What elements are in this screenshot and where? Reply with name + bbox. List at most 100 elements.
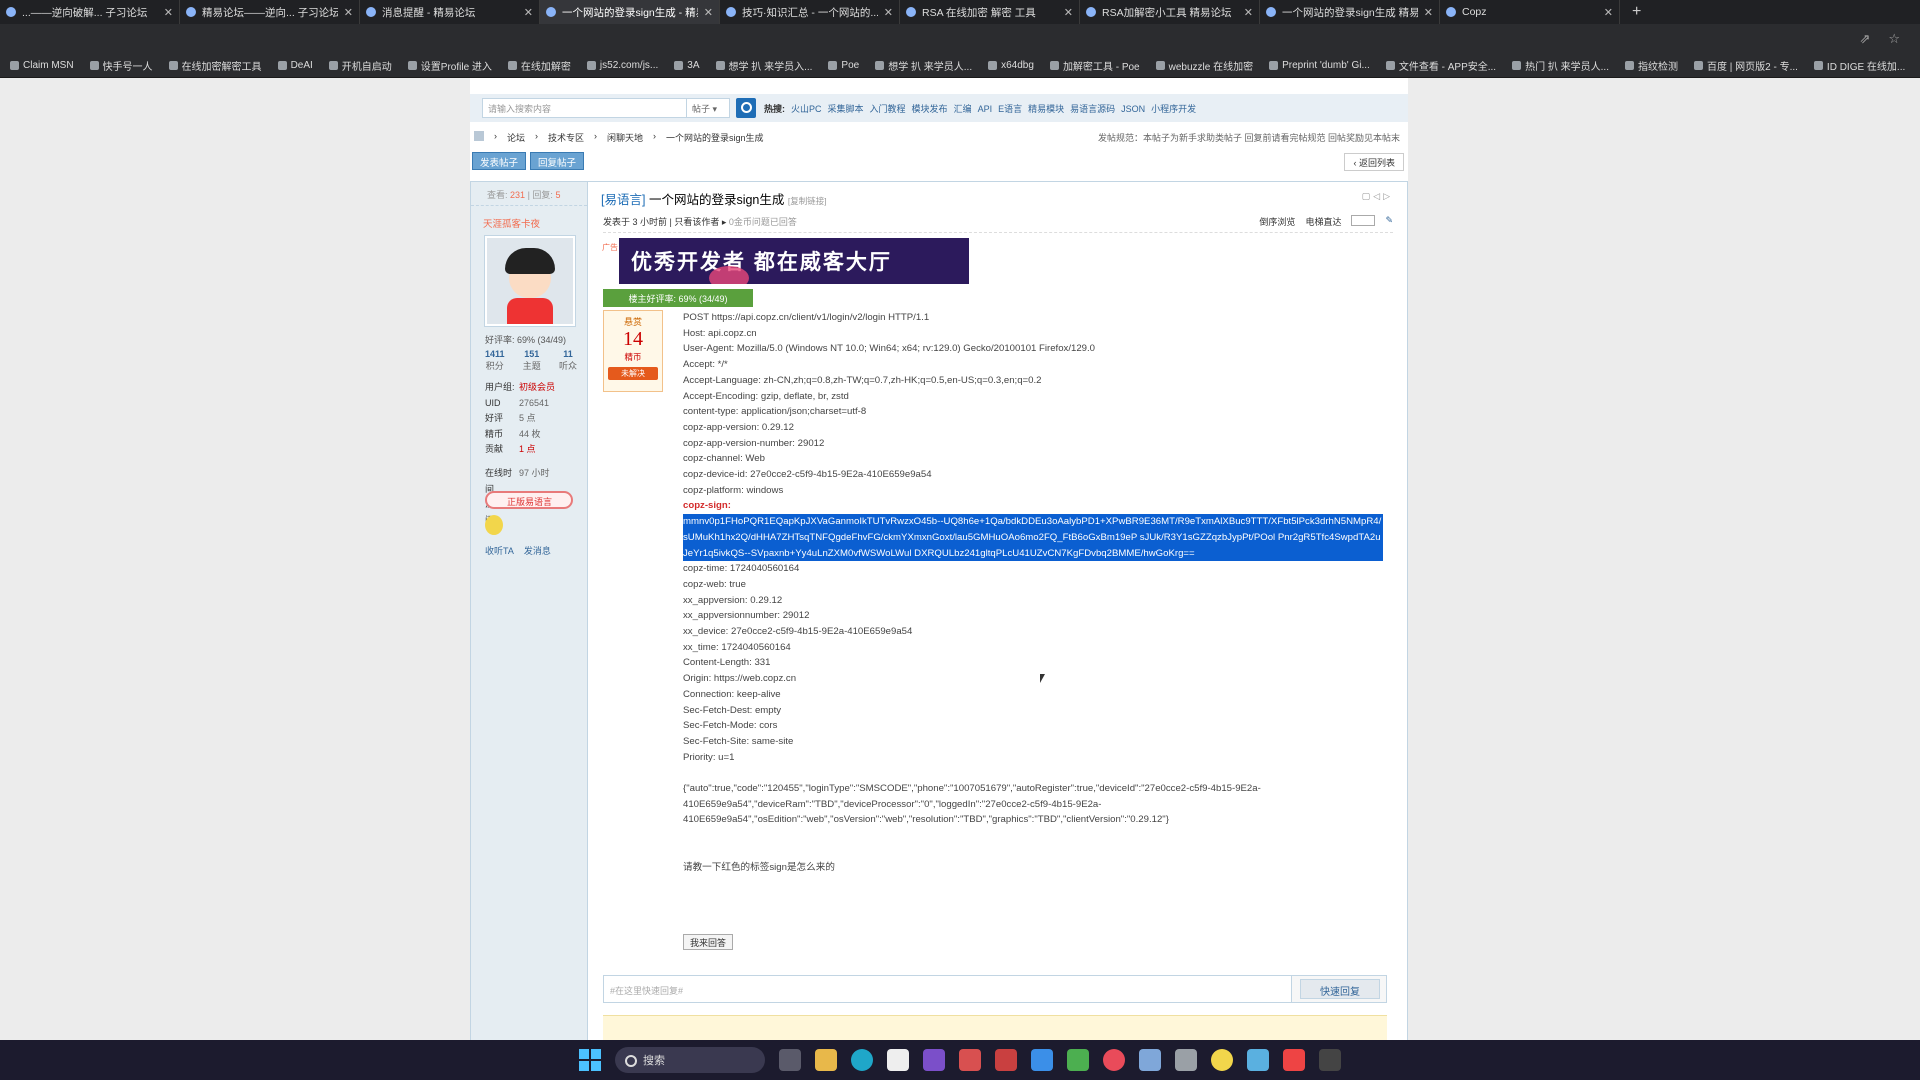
bookmark-item[interactable]: 在线加解密 bbox=[507, 58, 571, 73]
app-avatar-icon[interactable] bbox=[959, 1049, 981, 1071]
tab-close-icon[interactable]: ✕ bbox=[1604, 6, 1613, 19]
author-stat[interactable]: 1411 积分 bbox=[485, 349, 505, 372]
tab-close-icon[interactable]: ✕ bbox=[524, 6, 533, 19]
tab-close-icon[interactable]: ✕ bbox=[164, 6, 173, 19]
edge-browser-icon[interactable] bbox=[851, 1049, 873, 1071]
browser-tab[interactable]: 精易论坛——逆向... 子习论坛 ✕ bbox=[180, 0, 360, 24]
tool-icon[interactable] bbox=[995, 1049, 1017, 1071]
new-post-button[interactable]: 发表帖子 bbox=[472, 152, 527, 170]
hot-search-link[interactable]: 采集脚本 bbox=[828, 104, 864, 114]
bookmark-item[interactable]: Claim MSN bbox=[10, 60, 74, 71]
bookmark-item[interactable]: webuzzle 在线加密 bbox=[1155, 58, 1253, 73]
pdf-icon[interactable] bbox=[1283, 1049, 1305, 1071]
home-icon[interactable] bbox=[474, 131, 484, 141]
bookmark-item[interactable]: 快手号一人 bbox=[89, 58, 153, 73]
bookmark-item[interactable]: Poe bbox=[828, 60, 859, 71]
tab-close-icon[interactable]: ✕ bbox=[1064, 6, 1073, 19]
app-blue-icon[interactable] bbox=[1031, 1049, 1053, 1071]
hot-search-link[interactable]: E语言 bbox=[998, 104, 1022, 114]
mail-icon[interactable] bbox=[1139, 1049, 1161, 1071]
tab-close-icon[interactable]: ✕ bbox=[1244, 6, 1253, 19]
tab-close-icon[interactable]: ✕ bbox=[1424, 6, 1433, 19]
user-group-value[interactable]: 初级会员 bbox=[519, 380, 555, 396]
author-name[interactable]: 天涯孤客卡夜 bbox=[483, 216, 540, 230]
app-green-icon[interactable] bbox=[1067, 1049, 1089, 1071]
task-view-icon[interactable] bbox=[779, 1049, 801, 1071]
copy-link[interactable]: [复制链接] bbox=[788, 196, 827, 206]
reverse-order-link[interactable]: 倒序浏览 bbox=[1259, 215, 1295, 228]
author-stat[interactable]: 151 主题 bbox=[523, 349, 541, 372]
bookmark-item[interactable]: x64dbg bbox=[988, 60, 1034, 71]
author-link[interactable]: 发消息 bbox=[524, 544, 551, 557]
bookmark-item[interactable]: 想学 扒 来学员入... bbox=[715, 58, 812, 73]
reply-post-button[interactable]: 回复帖子 bbox=[530, 152, 585, 170]
author-stat[interactable]: 11 听众 bbox=[559, 349, 577, 372]
wrench-icon[interactable]: ✎ bbox=[1385, 215, 1393, 228]
quick-reply-button[interactable]: 快速回复 bbox=[1300, 979, 1380, 999]
extensions-icon[interactable]: ⇗ bbox=[1859, 31, 1870, 47]
visual-studio-icon[interactable] bbox=[923, 1049, 945, 1071]
bookmark-item[interactable]: js52.com/js... bbox=[586, 60, 658, 71]
avatar[interactable] bbox=[484, 235, 576, 327]
back-to-list-button[interactable]: ‹ 返回列表 bbox=[1344, 153, 1404, 171]
hot-search-link[interactable]: JSON bbox=[1121, 104, 1145, 114]
breadcrumb-item[interactable]: 一个网站的登录sign生成 bbox=[666, 131, 764, 144]
bookmark-item[interactable]: 指纹检测 bbox=[1624, 58, 1678, 73]
app-dark-icon[interactable] bbox=[1319, 1049, 1341, 1071]
hot-search-link[interactable]: 精易模块 bbox=[1028, 104, 1064, 114]
browser-tab[interactable]: 一个网站的登录sign生成 - 精易论坛 ✕ bbox=[540, 0, 720, 24]
post-category[interactable]: [易语言] bbox=[601, 193, 645, 207]
ad-banner[interactable]: 优秀开发者 都在威客大厅 bbox=[619, 238, 969, 284]
browser-tab[interactable]: RSA 在线加密 解密 工具 ✕ bbox=[900, 0, 1080, 24]
hot-search-link[interactable]: 汇编 bbox=[954, 104, 972, 114]
favorite-star-icon[interactable]: ☆ bbox=[1888, 31, 1900, 47]
browser-tab[interactable]: RSA加解密小工具 精易论坛 ✕ bbox=[1080, 0, 1260, 24]
bookmark-item[interactable]: 设置Profile 进入 bbox=[407, 58, 492, 73]
hot-search-link[interactable]: 入门教程 bbox=[870, 104, 906, 114]
post-tools-icons[interactable]: ▢◁▷ bbox=[1362, 191, 1393, 202]
tab-close-icon[interactable]: ✕ bbox=[344, 6, 353, 19]
author-link[interactable]: 收听TA bbox=[485, 544, 514, 557]
bookmark-item[interactable]: 百度 | 网页版2 - 专... bbox=[1693, 58, 1798, 73]
hot-search-link[interactable]: API bbox=[978, 104, 993, 114]
new-tab-icon[interactable]: + bbox=[1632, 3, 1641, 21]
hot-search-link[interactable]: 模块发布 bbox=[912, 104, 948, 114]
bookmark-item[interactable]: 想学 扒 来学员人... bbox=[875, 58, 972, 73]
search-type-select[interactable]: 帖子 ▾ bbox=[687, 98, 730, 118]
bookmark-item[interactable]: 加解密工具 - Poe bbox=[1049, 58, 1140, 73]
bookmark-item[interactable]: 3A bbox=[674, 60, 700, 71]
only-author-link[interactable]: 只看该作者 bbox=[674, 217, 719, 227]
bookmark-item[interactable]: 热门 扒 来学员人... bbox=[1512, 58, 1609, 73]
notepad-icon[interactable] bbox=[1247, 1049, 1269, 1071]
hot-search-link[interactable]: 易语言源码 bbox=[1070, 104, 1115, 114]
hot-search-link[interactable]: 小程序开发 bbox=[1151, 104, 1196, 114]
bookmark-item[interactable]: ID DIGE 在线加... bbox=[1813, 58, 1905, 73]
tab-close-icon[interactable]: ✕ bbox=[884, 6, 893, 19]
bookmark-item[interactable]: Preprint 'dumb' Gi... bbox=[1269, 60, 1370, 71]
browser-tab[interactable]: 消息提醒 - 精易论坛 ✕ bbox=[360, 0, 540, 24]
bookmark-item[interactable]: 在线加密解密工具 bbox=[168, 58, 262, 73]
tab-close-icon[interactable]: ✕ bbox=[704, 6, 713, 19]
search-icon[interactable] bbox=[736, 98, 756, 118]
bookmark-item[interactable]: 文件查看 - APP安全... bbox=[1385, 58, 1496, 73]
browser-tab[interactable]: ...——逆向破解... 子习论坛 ✕ bbox=[0, 0, 180, 24]
answer-button[interactable]: 我来回答 bbox=[683, 934, 734, 950]
breadcrumb-item[interactable]: 技术专区 bbox=[548, 131, 584, 144]
floor-jump-input[interactable] bbox=[1351, 215, 1376, 226]
store-icon[interactable] bbox=[887, 1049, 909, 1071]
browser-tab[interactable]: 一个网站的登录sign生成 精易论坛 ✕ bbox=[1260, 0, 1440, 24]
emoji-app-icon[interactable] bbox=[1211, 1049, 1233, 1071]
taskbar-search[interactable]: 搜索 bbox=[615, 1047, 765, 1073]
app-red-icon[interactable] bbox=[1103, 1049, 1125, 1071]
breadcrumb-item[interactable]: 闲聊天地 bbox=[607, 131, 643, 144]
bookmark-item[interactable]: 开机自启动 bbox=[328, 58, 392, 73]
bookmark-item[interactable]: DeAI bbox=[277, 60, 313, 71]
file-explorer-icon[interactable] bbox=[815, 1049, 837, 1071]
selected-sign-value[interactable]: mmnv0p1FHoPQR1EQapKpJXVaGanmoIkTUTvRwzxO… bbox=[683, 514, 1383, 562]
breadcrumb-item[interactable]: 论坛 bbox=[507, 131, 525, 144]
hot-search-link[interactable]: 火山PC bbox=[791, 104, 822, 114]
windows-start-icon[interactable] bbox=[579, 1049, 601, 1071]
quick-reply-input[interactable]: #在这里快速回复# bbox=[604, 976, 1292, 1002]
calculator-icon[interactable] bbox=[1175, 1049, 1197, 1071]
browser-tab[interactable]: 技巧·知识汇总 - 一个网站的... 逆向 ✕ bbox=[720, 0, 900, 24]
